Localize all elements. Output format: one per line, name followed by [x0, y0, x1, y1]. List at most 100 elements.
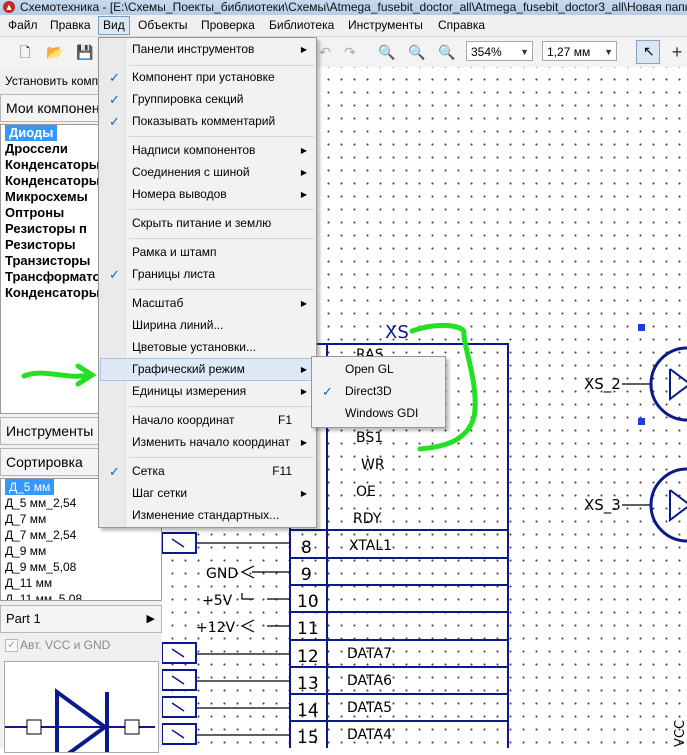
menu-item-show-comment[interactable]: ✓ Показывать комментарий [101, 111, 314, 132]
menu-item-grid-step[interactable]: Шаг сетки ▶ [101, 483, 314, 504]
part-selector[interactable]: Part 1 ▶ [0, 605, 162, 633]
zoom-out-icon[interactable]: 🔍 [408, 43, 426, 61]
vcc-label: VCC [673, 720, 687, 747]
menu-objects[interactable]: Объекты [134, 17, 192, 34]
separator [129, 238, 314, 239]
connector-label: XS_2 [584, 375, 621, 394]
component-preview [4, 661, 159, 755]
menu-edit[interactable]: Правка [46, 17, 95, 34]
chevron-down-icon: ▼ [604, 47, 613, 57]
zoom-value: 354% [471, 45, 502, 59]
grid-select[interactable]: 1,27 мм ▼ [542, 41, 617, 61]
power-label: +12V [196, 620, 236, 636]
separator [129, 457, 314, 458]
undo-icon[interactable]: ↶ [316, 43, 334, 61]
pin-label: BS1 [356, 430, 383, 446]
menu-item-scale[interactable]: Масштаб ▶ [101, 293, 314, 314]
menu-item-units[interactable]: Единицы измерения ▶ [101, 381, 314, 402]
chevron-right-icon: ▶ [300, 190, 307, 199]
menu-item-toolbars[interactable]: Панели инструментов ▶ [101, 39, 314, 60]
check-icon: ✓ [109, 267, 120, 282]
menu-item-section-grouping[interactable]: ✓ Группировка секций [101, 89, 314, 110]
pin-label: DATA5 [347, 700, 392, 716]
pin-number: 15 [297, 728, 319, 748]
chevron-right-icon: ▶ [300, 365, 307, 374]
menu-bar: Файл Правка Вид Объекты Проверка Библиот… [0, 15, 687, 37]
menu-item-change-origin[interactable]: Изменить начало координат ▶ [101, 432, 314, 453]
menu-view[interactable]: Вид [98, 16, 130, 35]
check-icon: ✓ [322, 384, 333, 399]
auto-vcc-label: Авт. VCC и GND [20, 638, 111, 652]
app-icon: ▲ [3, 1, 15, 13]
menu-help[interactable]: Справка [434, 17, 489, 34]
chevron-right-icon: ▶ [300, 146, 307, 155]
part-selector-label: Part 1 [6, 611, 41, 626]
list-item[interactable]: Д_11 мм_5,08 [1, 591, 161, 600]
plus-icon[interactable]: + [668, 43, 686, 61]
list-item[interactable]: Д_9 мм [1, 543, 161, 559]
check-icon: ✓ [109, 464, 120, 479]
select-tool-button[interactable]: ↖ [636, 40, 660, 64]
separator [129, 209, 314, 210]
pin-label: DATA7 [347, 646, 392, 662]
view-menu-dropdown: Панели инструментов ▶ ✓ Компонент при уста… [98, 37, 317, 528]
check-icon: ✓ [109, 114, 120, 129]
new-icon[interactable]: 🗋 [16, 43, 34, 61]
connector-label: XS_3 [584, 496, 621, 515]
menu-item-frame-stamp[interactable]: Рамка и штамп [101, 242, 314, 263]
menu-item-hide-power[interactable]: Скрыть питание и землю [101, 213, 314, 234]
zoom-select[interactable]: 354% ▼ [466, 41, 533, 61]
menu-item-bus-connections[interactable]: Соединения с шиной ▶ [101, 162, 314, 183]
separator [129, 65, 314, 66]
power-label: GND [206, 566, 238, 582]
selection-handle [638, 324, 645, 331]
menu-item-graphics-mode[interactable]: Графический режим ▶ [100, 358, 315, 381]
menu-file[interactable]: Файл [4, 17, 42, 34]
menu-item-line-width[interactable]: Ширина линий... [101, 315, 314, 336]
menu-tools[interactable]: Инструменты [344, 17, 427, 34]
annotation-arrow-icon [21, 363, 97, 387]
menu-item-windows-gdi[interactable]: Windows GDI [314, 403, 443, 424]
menu-item-pin-numbers[interactable]: Номера выводов ▶ [101, 184, 314, 205]
menu-item-color-settings[interactable]: Цветовые установки... [101, 337, 314, 358]
menu-item-sheet-borders[interactable]: ✓ Границы листа [101, 264, 314, 285]
pin-number: 12 [297, 647, 319, 667]
grid-value: 1,27 мм [547, 45, 591, 59]
pin-number: 8 [301, 538, 312, 558]
pin-label: RDY [353, 511, 382, 527]
chevron-right-icon: ▶ [300, 299, 307, 308]
menu-item-component-placement[interactable]: ✓ Компонент при установке [101, 67, 314, 88]
menu-check[interactable]: Проверка [197, 17, 259, 34]
auto-vcc-checkbox[interactable]: ✓ [5, 639, 18, 652]
zoom-fit-icon[interactable]: 🔍 [438, 43, 456, 61]
pin-number: 9 [301, 565, 312, 585]
menu-item-component-labels[interactable]: Надписи компонентов ▶ [101, 140, 314, 161]
list-item[interactable]: Д_7 мм_2,54 [1, 527, 161, 543]
redo-icon[interactable]: ↷ [341, 43, 359, 61]
save-icon[interactable]: 💾 [76, 43, 94, 61]
cursor-icon: ↖ [643, 43, 655, 59]
chevron-right-icon: ▶ [146, 613, 155, 625]
chevron-right-icon: ▶ [300, 168, 307, 177]
pin-label: DATA6 [347, 673, 392, 689]
pin-label: WR [361, 457, 385, 473]
menu-item-origin[interactable]: Начало координат F1 [101, 410, 314, 431]
list-item[interactable]: Д_9 мм_5,08 [1, 559, 161, 575]
menu-item-grid[interactable]: ✓ Сетка F11 [101, 461, 314, 482]
menu-item-change-defaults[interactable]: Изменение стандартных... [101, 505, 314, 526]
menu-library[interactable]: Библиотека [265, 17, 338, 34]
zoom-in-icon[interactable]: 🔍 [378, 43, 396, 61]
graphics-mode-submenu: Open GL ✓ Direct3D Windows GDI [311, 356, 446, 428]
selection-handle [638, 418, 645, 425]
power-label: +5V [202, 593, 233, 609]
separator [129, 289, 314, 290]
open-icon[interactable]: 📂 [46, 43, 64, 61]
menu-item-direct3d[interactable]: ✓ Direct3D [314, 381, 443, 402]
check-icon: ✓ [109, 92, 120, 107]
list-item[interactable]: Д_11 мм [1, 575, 161, 591]
menu-item-opengl[interactable]: Open GL [314, 359, 443, 380]
chevron-right-icon: ▶ [300, 387, 307, 396]
connector-name: XS [385, 322, 409, 343]
separator [129, 136, 314, 137]
chevron-right-icon: ▶ [300, 489, 307, 498]
